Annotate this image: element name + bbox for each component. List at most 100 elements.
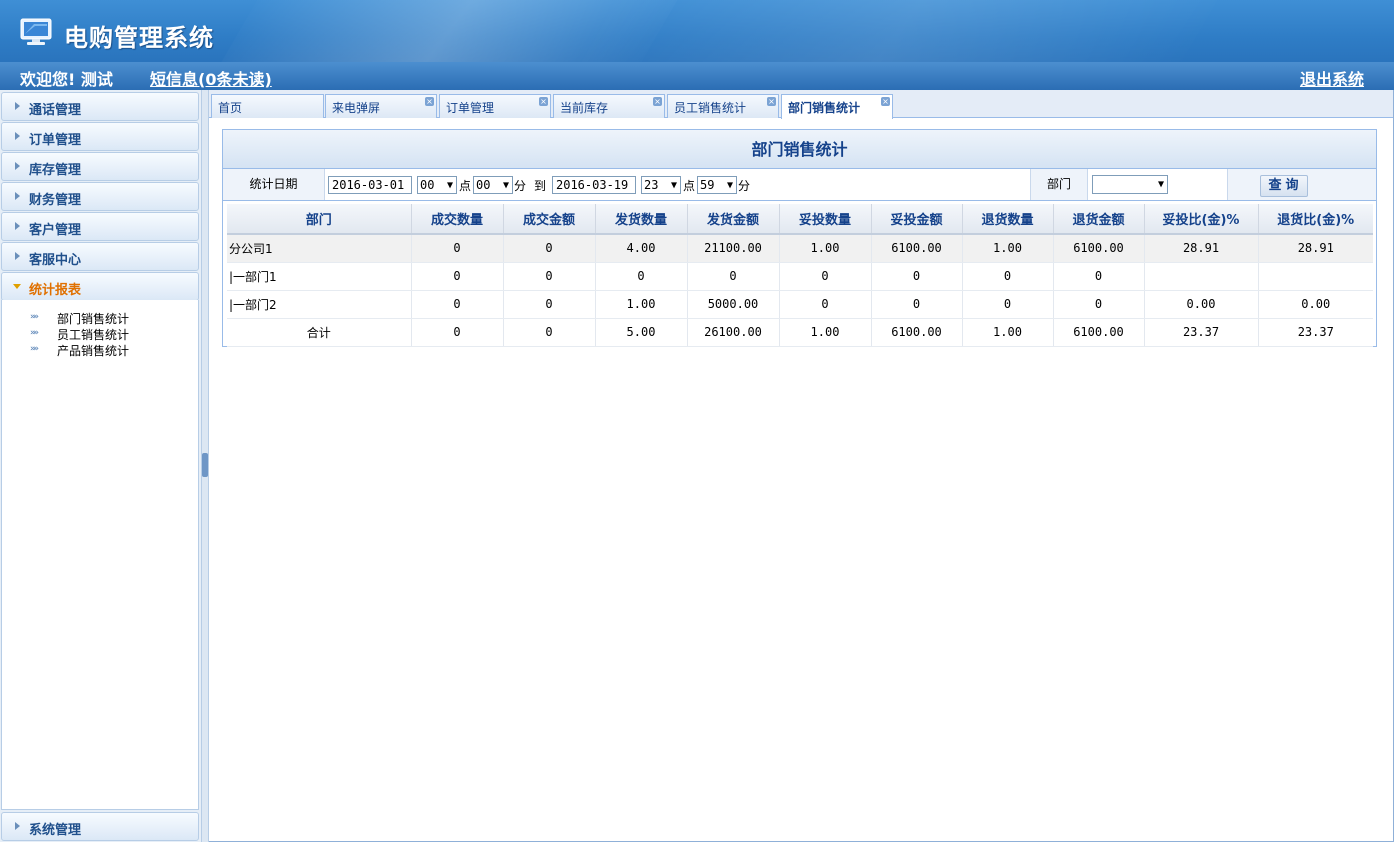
monitor-icon — [20, 18, 52, 45]
tab-current-stock[interactable]: 当前库存 × — [553, 94, 665, 118]
sidebar-menu-label: 库存管理 — [29, 163, 82, 178]
reports-submenu: »» 部门销售统计 »» 员工销售统计 »» 产品销售统计 — [1, 300, 199, 810]
sidebar-menu-label: 通话管理 — [29, 103, 82, 118]
sidebar-menu-label: 客户管理 — [29, 223, 82, 238]
close-icon[interactable]: × — [425, 97, 434, 106]
table-cell: 分公司1 — [227, 234, 412, 263]
table-cell: 合计 — [227, 318, 412, 347]
sidebar: 通话管理 订单管理 库存管理 财务管理 客户管理 客服中心 统计报表 »» 部门… — [0, 90, 201, 842]
to-text: 到 — [534, 179, 547, 193]
column-header: 部门 — [227, 204, 412, 235]
tab-bar: 首页 来电弹屏 × 订单管理 × 当前库存 × 员工销售统计 × 部门销售统计 … — [209, 90, 1393, 119]
chevron-right-icon — [15, 102, 20, 110]
chevron-right-icon — [15, 252, 20, 260]
table-cell: 28.91 — [1258, 234, 1373, 263]
dropdown-caret-icon: ▼ — [726, 180, 733, 191]
table-cell: 5.00 — [595, 318, 688, 347]
table-cell: 6100.00 — [871, 234, 963, 263]
table-cell: |一部门1 — [227, 262, 412, 291]
messages-link[interactable]: 短信息(0条未读) — [150, 66, 272, 90]
table-cell: 0 — [871, 290, 963, 319]
sidebar-menu-reports[interactable]: 统计报表 — [1, 272, 199, 301]
start-date-field[interactable]: 2016-03-01 — [328, 176, 412, 194]
table-cell: 0 — [779, 262, 872, 291]
app-header: 电购管理系统 — [0, 0, 1394, 62]
table-cell: 1.00 — [779, 318, 872, 347]
table-cell: 0 — [503, 234, 596, 263]
sidebar-menu-label: 客服中心 — [29, 253, 82, 268]
table-cell: 0 — [411, 290, 504, 319]
close-icon[interactable]: × — [539, 97, 548, 106]
table-total-row[interactable]: 合计 0 0 5.00 26100.00 1.00 6100.00 1.00 6… — [227, 318, 1373, 347]
table-cell: 0 — [871, 262, 963, 291]
double-chevron-icon: »» — [30, 328, 39, 338]
table-cell: 28.91 — [1144, 234, 1259, 263]
tab-home[interactable]: 首页 — [211, 94, 324, 118]
start-minute-select[interactable]: 00 ▼ — [473, 176, 513, 194]
sidebar-menu-label: 订单管理 — [29, 133, 82, 148]
table-cell: 1.00 — [962, 318, 1054, 347]
table-cell: 0.00 — [1144, 290, 1259, 319]
query-button[interactable]: 查询 — [1260, 175, 1308, 197]
close-icon[interactable]: × — [653, 97, 662, 106]
column-header: 成交数量 — [411, 204, 504, 235]
dept-select[interactable]: ▼ — [1092, 175, 1168, 194]
table-row[interactable]: |一部门2 0 0 1.00 5000.00 0 0 0 0 0.00 0.00 — [227, 290, 1373, 319]
sidebar-menu-finance[interactable]: 财务管理 — [1, 182, 199, 211]
tab-staff-sales[interactable]: 员工销售统计 × — [667, 94, 779, 118]
table-cell: 0.00 — [1258, 290, 1373, 319]
main-content: 首页 来电弹屏 × 订单管理 × 当前库存 × 员工销售统计 × 部门销售统计 … — [209, 90, 1394, 842]
end-minute-select[interactable]: 59 ▼ — [697, 176, 737, 194]
chevron-right-icon — [15, 192, 20, 200]
dropdown-caret-icon: ▼ — [1157, 179, 1164, 190]
dropdown-caret-icon: ▼ — [446, 180, 453, 191]
table-cell: 0 — [503, 318, 596, 347]
table-row[interactable]: |一部门1 0 0 0 0 0 0 0 0 — [227, 262, 1373, 291]
logout-link[interactable]: 退出系统 — [1300, 66, 1364, 90]
sidebar-menu-label: 财务管理 — [29, 193, 82, 208]
minute-unit: 分 — [514, 179, 527, 193]
table-cell: 6100.00 — [1053, 318, 1145, 347]
sidebar-menu-customer[interactable]: 客户管理 — [1, 212, 199, 241]
table-row[interactable]: 分公司1 0 0 4.00 21100.00 1.00 6100.00 1.00… — [227, 234, 1373, 263]
welcome-text: 欢迎您! 测试 — [20, 70, 113, 89]
sidebar-splitter[interactable] — [201, 90, 209, 842]
table-cell: 0 — [411, 234, 504, 263]
end-hour-select[interactable]: 23 ▼ — [641, 176, 681, 194]
table-cell: 0 — [595, 262, 688, 291]
hour-unit: 点 — [683, 179, 696, 193]
close-icon[interactable]: × — [767, 97, 776, 106]
table-cell: 1.00 — [595, 290, 688, 319]
sales-table: 部门 成交数量 成交金额 发货数量 发货金额 妥投数量 妥投金额 退货数量 退货… — [227, 204, 1373, 347]
app-title: 电购管理系统 — [64, 24, 214, 52]
tab-label: 来电弹屏 — [332, 101, 381, 115]
chevron-right-icon — [15, 822, 20, 830]
sidebar-menu-inventory[interactable]: 库存管理 — [1, 152, 199, 181]
tab-incoming-call[interactable]: 来电弹屏 × — [325, 94, 437, 118]
select-value: 00 — [420, 178, 435, 192]
close-icon[interactable]: × — [881, 97, 890, 106]
hour-unit: 点 — [459, 179, 472, 193]
column-header: 退货金额 — [1053, 204, 1145, 235]
table-header-row: 部门 成交数量 成交金额 发货数量 发货金额 妥投数量 妥投金额 退货数量 退货… — [227, 204, 1373, 235]
table-cell: 1.00 — [962, 234, 1054, 263]
table-cell: 5000.00 — [687, 290, 780, 319]
sidebar-menu-call[interactable]: 通话管理 — [1, 92, 199, 121]
start-hour-select[interactable]: 00 ▼ — [417, 176, 457, 194]
sidebar-menu-service[interactable]: 客服中心 — [1, 242, 199, 271]
table-cell: 26100.00 — [687, 318, 780, 347]
header-decoration-2 — [559, 0, 1241, 62]
column-header: 妥投数量 — [779, 204, 872, 235]
sidebar-menu-system[interactable]: 系统管理 — [1, 812, 199, 841]
sidebar-menu-order[interactable]: 订单管理 — [1, 122, 199, 151]
column-header: 退货比(金)% — [1258, 204, 1373, 235]
chevron-right-icon — [15, 222, 20, 230]
splitter-handle[interactable] — [202, 453, 208, 477]
tab-dept-sales[interactable]: 部门销售统计 × — [781, 94, 893, 119]
table-cell: 0 — [1053, 262, 1145, 291]
table-cell: 21100.00 — [687, 234, 780, 263]
tab-order-manage[interactable]: 订单管理 × — [439, 94, 551, 118]
table-cell: 0 — [503, 290, 596, 319]
table-cell: 23.37 — [1258, 318, 1373, 347]
end-date-field[interactable]: 2016-03-19 — [552, 176, 636, 194]
